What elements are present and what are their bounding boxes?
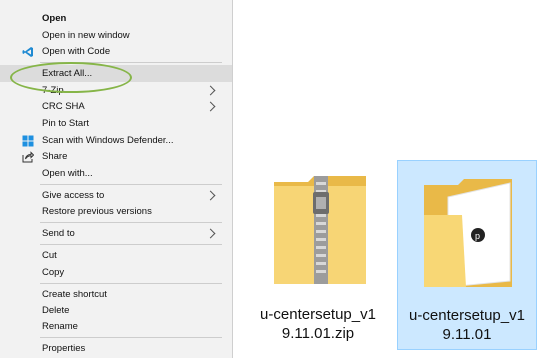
- folder-icon: p: [424, 179, 512, 288]
- file-folder-selected[interactable]: p u-centersetup_v1 9.11.01: [397, 160, 537, 350]
- menu-separator: [40, 337, 222, 338]
- menu-item-open-with-code[interactable]: Open with Code: [0, 43, 232, 60]
- menu-item-open-new-window[interactable]: Open in new window: [0, 27, 232, 44]
- menu-item-properties[interactable]: Properties: [0, 340, 232, 357]
- menu-item-label: Open: [42, 13, 67, 24]
- chevron-right-icon: [205, 101, 216, 112]
- menu-separator: [40, 283, 222, 284]
- menu-item-label: Create shortcut: [42, 289, 107, 300]
- menu-item-label: CRC SHA: [42, 101, 85, 112]
- menu-item-restore-versions[interactable]: Restore previous versions: [0, 203, 232, 220]
- menu-item-label: Rename: [42, 321, 78, 332]
- menu-item-open[interactable]: Open: [0, 10, 232, 27]
- menu-item-scan-defender[interactable]: Scan with Windows Defender...: [0, 132, 232, 149]
- file-name: u-centersetup_v1 9.11.01.zip: [248, 305, 388, 343]
- menu-item-label: Properties: [42, 343, 86, 354]
- menu-item-delete[interactable]: Delete: [0, 302, 232, 319]
- menu-item-pin-to-start[interactable]: Pin to Start: [0, 115, 232, 132]
- menu-item-give-access[interactable]: Give access to: [0, 187, 232, 204]
- menu-item-label: Delete: [42, 305, 70, 316]
- file-name: u-centersetup_v1 9.11.01: [398, 306, 536, 344]
- menu-item-open-with[interactable]: Open with...: [0, 165, 232, 182]
- menu-item-label: Pin to Start: [42, 118, 89, 129]
- file-name-line: 9.11.01: [442, 326, 492, 343]
- menu-item-label: Open with Code: [42, 46, 111, 57]
- menu-item-label: Scan with Windows Defender...: [42, 135, 174, 146]
- menu-item-create-shortcut[interactable]: Create shortcut: [0, 286, 232, 303]
- file-zip[interactable]: u-centersetup_v1 9.11.01.zip: [248, 160, 388, 350]
- menu-item-label: Give access to: [42, 190, 105, 201]
- menu-item-label: Open with...: [42, 168, 93, 179]
- svg-text:p: p: [475, 231, 480, 241]
- chevron-right-icon: [205, 85, 216, 96]
- menu-item-label: Share: [42, 151, 68, 162]
- annotation-highlight-ring: [10, 62, 132, 93]
- file-name-line: 9.11.01.zip: [281, 325, 355, 342]
- menu-item-share[interactable]: Share: [0, 148, 232, 165]
- menu-item-label: Send to: [42, 228, 75, 239]
- menu-separator: [40, 244, 222, 245]
- menu-item-crc-sha[interactable]: CRC SHA: [0, 98, 232, 115]
- context-menu: Open Open in new window Open with Code E…: [0, 0, 233, 358]
- file-name-line: u-centersetup_v1: [260, 306, 376, 323]
- menu-item-copy[interactable]: Copy: [0, 264, 232, 281]
- menu-item-label: Restore previous versions: [42, 206, 152, 217]
- chevron-right-icon: [205, 228, 216, 239]
- menu-item-label: Open in new window: [42, 30, 130, 41]
- menu-item-rename[interactable]: Rename: [0, 318, 232, 335]
- menu-item-send-to[interactable]: Send to: [0, 225, 232, 242]
- menu-separator: [40, 184, 222, 185]
- menu-separator: [40, 222, 222, 223]
- menu-item-cut[interactable]: Cut: [0, 247, 232, 264]
- zip-folder-icon: [274, 176, 366, 284]
- share-icon: [22, 150, 34, 162]
- menu-item-label: Cut: [42, 250, 57, 261]
- defender-icon: [22, 135, 34, 146]
- chevron-right-icon: [205, 190, 216, 201]
- vscode-icon: [22, 46, 33, 57]
- menu-item-label: Copy: [42, 267, 65, 278]
- file-name-line: u-centersetup_v1: [409, 307, 525, 324]
